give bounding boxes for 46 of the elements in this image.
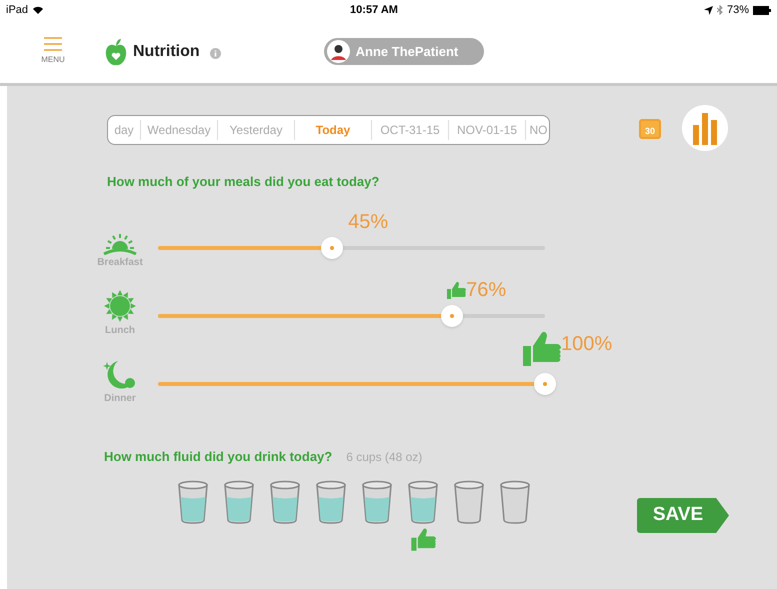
slider-thumb[interactable] <box>321 236 344 258</box>
sunrise-icon <box>102 232 138 254</box>
battery-percent: 73% <box>726 2 749 18</box>
filled-cup[interactable] <box>269 480 301 524</box>
percent-reading: 100% <box>561 334 612 354</box>
date-tab[interactable]: NOV-01-15 <box>448 120 525 140</box>
date-tab[interactable]: Today <box>294 120 371 140</box>
apple-icon <box>105 38 127 66</box>
calendar-button[interactable]: 30 <box>639 119 661 139</box>
empty-cup[interactable] <box>453 480 485 524</box>
date-tab[interactable]: Yesterday <box>217 120 294 140</box>
avatar-icon <box>326 40 350 63</box>
patient-selector[interactable]: Anne ThePatient <box>324 38 484 65</box>
percent-reading: 76% <box>466 280 506 300</box>
page-title: Nutrition <box>133 42 200 62</box>
clock: 10:57 AM <box>350 2 398 18</box>
sun-icon <box>103 288 137 322</box>
percent-reading: 45% <box>348 212 388 232</box>
chart-button[interactable] <box>682 105 728 151</box>
device-name: iPad <box>6 2 28 18</box>
filled-cup[interactable] <box>177 480 209 524</box>
battery-icon <box>752 6 771 14</box>
date-tab[interactable]: day <box>108 120 140 140</box>
menu-icon <box>44 37 62 51</box>
slider-thumb[interactable] <box>441 304 464 326</box>
info-icon[interactable] <box>210 48 221 59</box>
date-tab[interactable]: Wednesday <box>140 120 217 140</box>
bluetooth-icon <box>716 5 723 15</box>
thumbs-up-icon <box>410 526 436 552</box>
save-button[interactable]: SAVE <box>637 498 729 533</box>
thumbs-up-icon <box>446 280 466 300</box>
meals-question: How much of your meals did you eat today? <box>107 173 380 191</box>
slider-thumb[interactable] <box>534 372 556 394</box>
wifi-icon <box>32 5 44 15</box>
date-tab[interactable]: NO <box>525 120 549 140</box>
moon-icon <box>102 358 138 390</box>
date-tab[interactable]: OCT-31-15 <box>371 120 448 140</box>
menu-button[interactable]: MENU <box>40 37 66 66</box>
bar-chart-icon <box>691 111 719 145</box>
fluid-question: How much fluid did you drink today? <box>104 448 332 466</box>
empty-cup[interactable] <box>499 480 531 524</box>
filled-cup[interactable] <box>407 480 439 524</box>
filled-cup[interactable] <box>315 480 347 524</box>
filled-cup[interactable] <box>223 480 255 524</box>
location-arrow-icon <box>704 6 713 14</box>
filled-cup[interactable] <box>361 480 393 524</box>
